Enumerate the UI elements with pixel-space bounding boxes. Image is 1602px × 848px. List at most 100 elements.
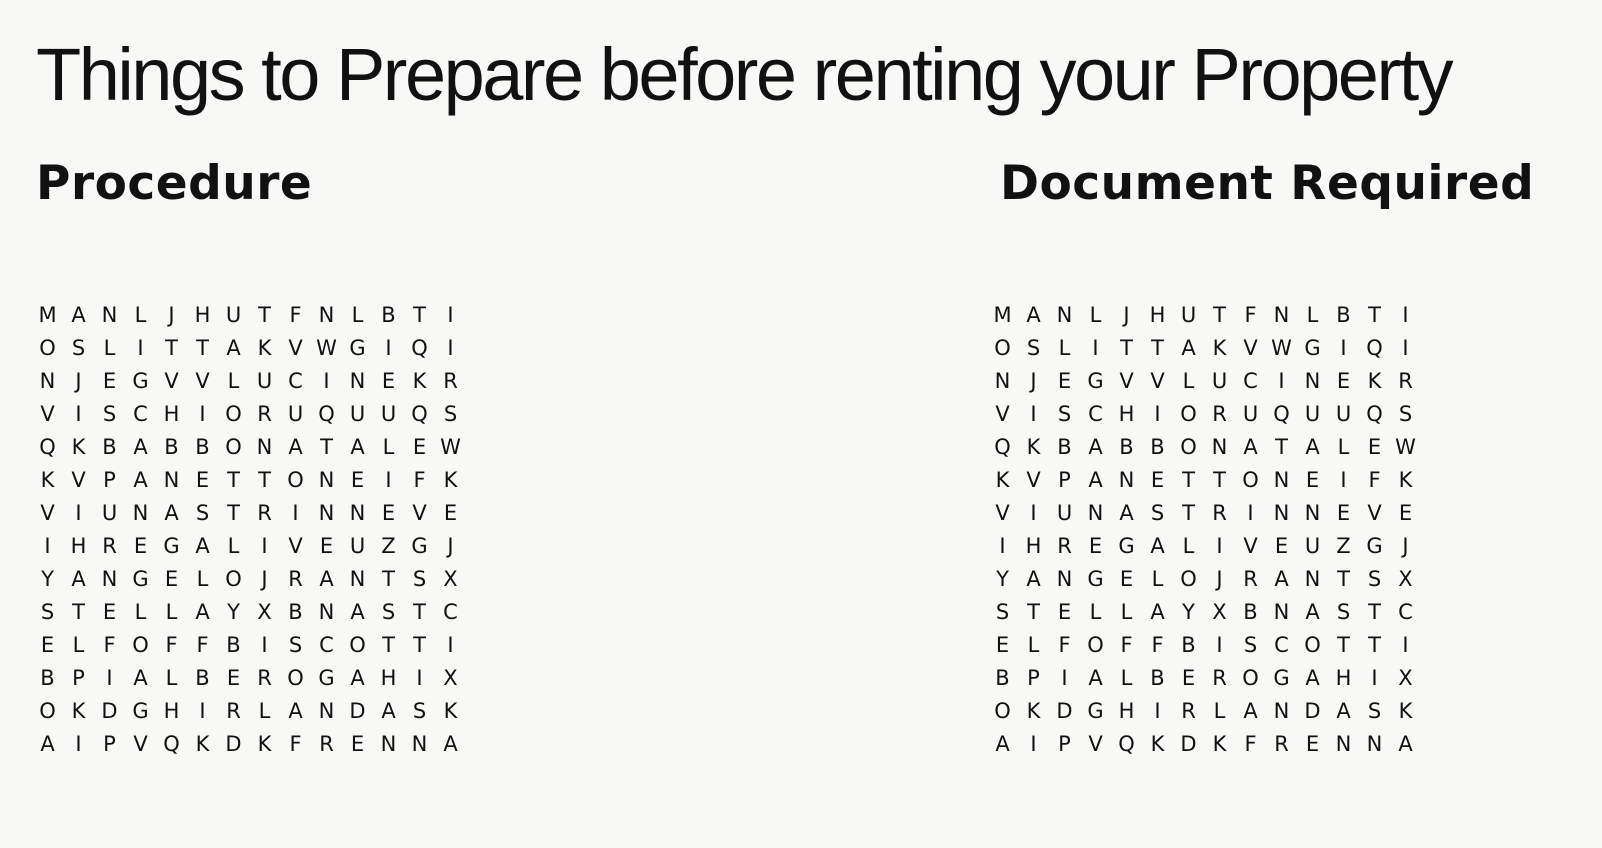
document-required-letter-cell: A	[1088, 435, 1103, 459]
document-required-letter-cell: G	[1273, 666, 1290, 690]
document-required-letter-cell: B	[1119, 435, 1134, 459]
procedure-letter-cell: N	[318, 303, 335, 327]
document-required-letter-cell: S	[995, 600, 1010, 624]
document-required-row-spacer	[1421, 629, 1452, 662]
document-required-letter-cell: K	[1026, 435, 1041, 459]
procedure-letter-cell: N	[101, 567, 118, 591]
procedure-letter-cell: C	[443, 600, 458, 624]
procedure-letter-cell: E	[164, 567, 179, 591]
procedure-row-spacer	[466, 530, 497, 563]
procedure-letter-cell: N	[380, 732, 397, 756]
document-required-letter-cell: V	[1026, 468, 1041, 492]
procedure-letter-cell: N	[318, 600, 335, 624]
document-required-letter-cell: J	[1216, 567, 1223, 591]
procedure-letter-cell: I	[106, 666, 113, 690]
procedure-row-spacer	[466, 728, 497, 761]
document-required-letter-cell: W	[1395, 435, 1416, 459]
procedure-letter-cell: E	[226, 666, 241, 690]
procedure-row-spacer	[466, 365, 497, 398]
procedure-letter-cell: H	[380, 666, 397, 690]
procedure-letter-cell: R	[443, 369, 458, 393]
procedure-letter-cell: O	[349, 633, 366, 657]
procedure-letter-cell: A	[288, 435, 303, 459]
document-required-letter-cell: P	[1058, 468, 1071, 492]
procedure-letter-cell: F	[289, 732, 302, 756]
procedure-letter-cell: K	[40, 468, 55, 492]
procedure-letter-cell: K	[71, 699, 86, 723]
document-required-letter-cell: S	[1026, 336, 1041, 360]
document-required-letter-cell: I	[1092, 336, 1099, 360]
document-required-letter-cell: E	[1336, 369, 1351, 393]
document-required-letter-cell: T	[1027, 600, 1040, 624]
procedure-letter-cell: N	[132, 501, 149, 525]
procedure-letter-cell: A	[350, 666, 365, 690]
procedure-letter-cell: K	[443, 468, 458, 492]
document-required-letter-cell: N	[1273, 600, 1290, 624]
document-required-letter-cell: R	[1274, 732, 1289, 756]
document-required-letter-cell: X	[1398, 567, 1413, 591]
procedure-letter-cell: E	[381, 369, 396, 393]
procedure-letter-cell: S	[443, 402, 458, 426]
procedure-letter-cell: N	[39, 369, 56, 393]
procedure-letter-cell: L	[134, 303, 147, 327]
procedure-letter-cell: K	[257, 336, 272, 360]
procedure-letter-cell: R	[102, 534, 117, 558]
procedure-letter-cell: L	[165, 600, 178, 624]
procedure-letter-cell: O	[287, 666, 304, 690]
procedure-letter-cell: L	[258, 699, 271, 723]
procedure-letter-cell: I	[199, 699, 206, 723]
document-required-letter-cell: K	[1150, 732, 1165, 756]
document-required-letter-cell: U	[1180, 303, 1197, 327]
procedure-letter-cell: T	[413, 633, 426, 657]
procedure-letter-cell: G	[132, 567, 149, 591]
document-required-letter-cell: H	[1335, 666, 1352, 690]
document-required-letter-cell: A	[1026, 567, 1041, 591]
procedure-heading: Procedure	[36, 156, 313, 211]
procedure-letter-cell: I	[75, 501, 82, 525]
document-required-letter-cell: N	[1273, 303, 1290, 327]
procedure-letter-cell: T	[413, 600, 426, 624]
document-required-letter-cell: N	[1087, 501, 1104, 525]
procedure-letter-cell: V	[412, 501, 427, 525]
document-required-letter-cell: E	[1181, 666, 1196, 690]
procedure-letter-cell: L	[351, 303, 364, 327]
document-required-row-spacer	[1421, 398, 1452, 431]
document-required-letter-cell: K	[1026, 699, 1041, 723]
document-required-letter-cell: L	[1151, 567, 1164, 591]
document-required-letter-cell: E	[995, 633, 1010, 657]
document-required-letter-cell: R	[1181, 699, 1196, 723]
procedure-letter-cell: A	[195, 534, 210, 558]
document-required-letter-cell: I	[1371, 666, 1378, 690]
document-required-letter-cell: S	[1367, 567, 1382, 591]
document-required-letter-cell: O	[1180, 402, 1197, 426]
procedure-letter-cell: B	[195, 435, 210, 459]
procedure-letter-cell: T	[227, 468, 240, 492]
document-required-letter-cell: L	[1027, 633, 1040, 657]
procedure-letter-cell: R	[319, 732, 334, 756]
document-required-letter-cell: Z	[1336, 534, 1351, 558]
document-required-letter-cell: U	[1211, 369, 1228, 393]
document-required-letter-cell: S	[1243, 633, 1258, 657]
procedure-letter-cell: T	[196, 336, 209, 360]
document-required-letter-cell: J	[1123, 303, 1130, 327]
document-required-word-search-grid: MANLJHUTFNLBTIOSLITTAKVWGIQINJEGVVLUCINE…	[987, 299, 1452, 761]
document-required-letter-cell: N	[1304, 369, 1321, 393]
document-required-letter-cell: I	[1216, 534, 1223, 558]
procedure-letter-cell: S	[102, 402, 117, 426]
procedure-letter-cell: X	[443, 567, 458, 591]
document-required-letter-cell: Y	[996, 567, 1009, 591]
document-required-letter-cell: M	[993, 303, 1012, 327]
document-required-letter-cell: U	[1304, 534, 1321, 558]
document-required-letter-cell: O	[1242, 468, 1259, 492]
document-required-row-spacer	[1421, 662, 1452, 695]
procedure-letter-cell: E	[40, 633, 55, 657]
document-required-letter-cell: T	[1368, 303, 1381, 327]
procedure-letter-cell: A	[319, 567, 334, 591]
procedure-letter-cell: G	[132, 699, 149, 723]
document-required-letter-cell: A	[1088, 666, 1103, 690]
procedure-letter-cell: N	[318, 699, 335, 723]
document-required-letter-cell: C	[1088, 402, 1103, 426]
document-required-letter-cell: O	[1180, 567, 1197, 591]
procedure-letter-cell: L	[196, 567, 209, 591]
procedure-letter-cell: G	[132, 369, 149, 393]
